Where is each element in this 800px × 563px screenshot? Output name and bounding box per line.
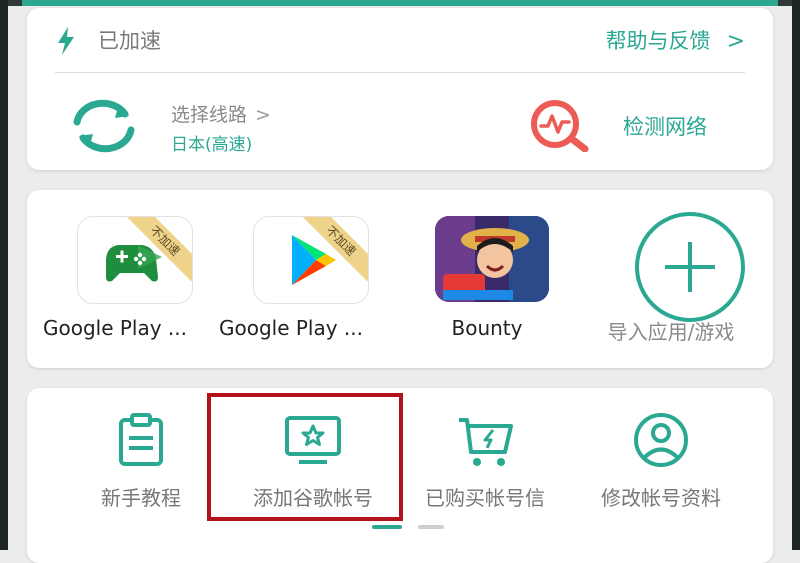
tool-label: 新手教程 [101,486,181,510]
google-play-games-icon: 不加速 [77,216,193,304]
detect-network-button[interactable]: 检测网络 [527,96,757,156]
help-feedback-label: 帮助与反馈 [605,29,711,53]
account-tools-card: 新手教程 添加谷歌帐号 已购买帐号信 修改帐号资料 [27,388,773,563]
plus-icon [665,242,715,292]
app-label: Google Play ... [218,316,364,340]
top-accent-strip [22,0,778,6]
chevron-right-icon: > [255,104,271,126]
google-play-store-icon: 不加速 [253,216,369,304]
tutorial-button[interactable]: 新手教程 [53,412,229,522]
apps-card: 不加速 Google Play ... 不加速 Google Play ... [27,190,773,368]
detect-network-label: 检测网络 [623,115,707,139]
tool-label: 添加谷歌帐号 [253,486,373,510]
page-dot-inactive[interactable] [418,525,444,529]
tool-label: 已购买帐号信 [425,486,545,510]
app-google-play-games[interactable]: 不加速 Google Play ... [27,216,203,356]
status-row: 已加速 帮助与反馈 > [55,26,745,66]
select-route-button[interactable]: 选择线路 > [171,100,271,127]
edit-account-info-button[interactable]: 修改帐号资料 [573,412,749,522]
acceleration-status-card: 已加速 帮助与反馈 > 选择线路 > 日本(高速) 检测网络 [27,8,773,170]
bounty-game-icon [435,216,549,302]
sync-icon[interactable] [67,98,141,154]
right-frame-edge [792,0,800,550]
current-route-value: 日本(高速) [171,135,253,155]
network-pulse-search-icon [531,100,589,152]
lightning-icon [58,27,74,55]
clipboard-icon [119,413,163,466]
tool-label: 修改帐号资料 [601,486,721,510]
route-row: 选择线路 > 日本(高速) 检测网络 [67,96,727,160]
divider [55,72,745,73]
import-app-button[interactable]: 导入应用/游戏 [583,212,759,356]
page-dot-active[interactable] [372,525,402,529]
app-label: Bounty [451,316,523,340]
app-google-play-store[interactable]: 不加速 Google Play ... [203,216,379,356]
cart-icon [459,418,513,466]
page-indicator [0,525,800,531]
select-route-label: 选择线路 [171,104,248,126]
left-frame-edge [0,0,8,550]
bounty-artwork [435,216,549,302]
app-label: Google Play ... [42,316,188,340]
add-circle [635,212,745,322]
app-label: 导入应用/游戏 [607,320,735,344]
window-top-bar [0,0,800,6]
user-circle-icon [634,413,688,467]
app-bounty[interactable]: Bounty [399,216,575,356]
monitor-star-icon [285,416,341,464]
add-google-account-button[interactable]: 添加谷歌帐号 [225,412,401,522]
purchased-accounts-button[interactable]: 已购买帐号信 [397,412,573,522]
chevron-right-icon: > [726,29,745,54]
acceleration-status-text: 已加速 [98,29,161,53]
help-feedback-link[interactable]: 帮助与反馈 > [606,26,745,57]
